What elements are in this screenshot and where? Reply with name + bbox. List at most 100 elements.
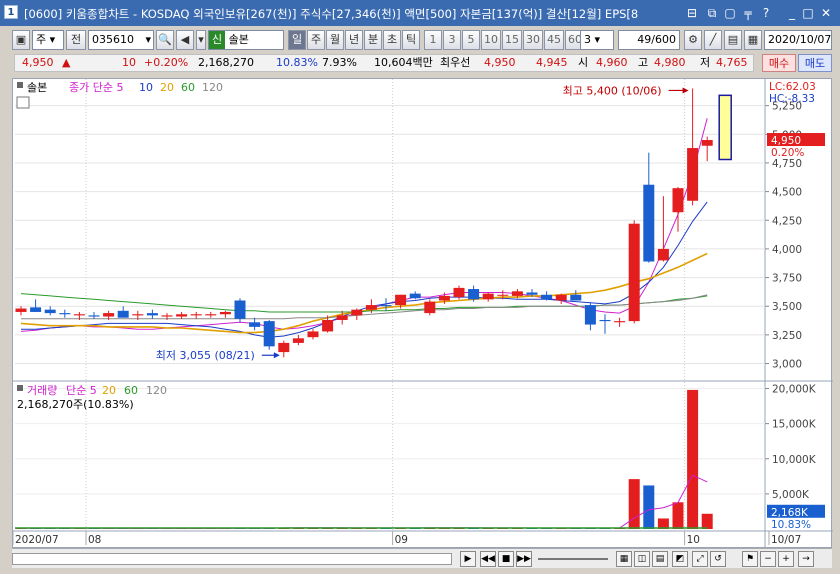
candle-body [73,314,85,316]
split-icon[interactable]: ◫ [634,551,650,567]
candle-body [380,305,392,307]
period-button[interactable]: 분 [364,30,382,50]
dropdown-arrow-icon[interactable]: ▾ [196,30,206,50]
help-icon[interactable]: ⊟ [684,5,700,21]
candle-body [657,248,669,261]
chart-grid-toggle-icon [16,96,30,109]
price-tick-label: 3,500 [772,301,802,313]
save-icon[interactable]: ▤ [724,30,742,50]
period-button[interactable]: 년 [345,30,363,50]
period-button[interactable]: 주 [307,30,325,50]
collapse-icon[interactable]: → [798,551,814,567]
stock-code-input[interactable]: 035610 ▾ [88,30,154,50]
speaker-icon[interactable]: ◀ [176,30,194,50]
candle-body [584,305,596,325]
ma-line-ma5 [20,118,708,332]
restore-icon[interactable]: ⧉ [704,5,720,21]
calendar-icon[interactable]: ▦ [744,30,762,50]
second-pct: 7.93% [322,56,357,69]
pin-icon[interactable]: ╤ [740,5,756,21]
volume-bar [701,513,713,529]
interval-button[interactable]: 5 [462,30,480,50]
legend-ma-item: 10 [139,81,153,94]
period-button[interactable]: 일 [288,30,306,50]
interval-select[interactable]: 3 ▾ [580,30,614,50]
volume-current-tag: 2,168K [771,507,809,519]
high-price: 4,980 [654,56,686,69]
candle-body [322,319,334,332]
help-question-icon[interactable]: ? [758,5,774,21]
price-tick-label: 4,750 [772,158,802,170]
layout-icon[interactable]: ▣ [12,30,30,50]
period-button[interactable]: 틱 [402,30,420,50]
legend-marker-icon [17,82,23,88]
candle-body [687,148,699,201]
high-arrow-head [682,87,689,94]
candle-body [409,293,421,299]
zoom-out-button[interactable]: − [760,551,776,567]
candle-body [365,305,377,310]
period-type-select[interactable]: 주 ▾ [32,30,64,50]
high-label: 고 [638,56,649,69]
play-icon[interactable]: ▶▶ [516,551,532,567]
interval-button[interactable]: 30 [523,30,543,50]
candle-body [190,314,202,316]
flag-icon[interactable]: ⚑ [742,551,758,567]
period-button[interactable]: 초 [383,30,401,50]
horizontal-scrollbar[interactable] [12,553,452,565]
candle-body [395,294,407,306]
grid-icon[interactable]: ▦ [616,551,632,567]
data-count-field[interactable]: 49/600 [618,30,680,50]
trend-icon[interactable]: ╱ [704,30,722,50]
volume-legend-marker-icon [17,385,23,391]
stop-icon[interactable]: ■ [498,551,514,567]
volume-legend-item: 거래량 [27,384,57,397]
buy-button[interactable]: 매수 [762,54,796,72]
period-button[interactable]: 월 [326,30,344,50]
current-price-pct: 0.20% [771,147,804,159]
volume-legend-item: 60 [124,384,138,397]
lock-icon[interactable]: ▢ [722,5,738,21]
candle-body [176,314,188,317]
best-bid: 4,945 [536,56,568,69]
candle-body [307,331,319,338]
candle-body [351,309,363,316]
hc-label: HC:-8.33 [769,93,815,105]
sell-button[interactable]: 매도 [798,54,832,72]
title-bar: 1 [0600] 키움종합차트 - KOSDAQ 외국인보유[267(천)] 주… [0,0,840,26]
interval-button[interactable]: 10 [481,30,501,50]
zoom-reset-icon[interactable]: ↺ [710,551,726,567]
chart-settings-icon[interactable]: ⚙ [684,30,702,50]
zoom-fit-icon[interactable]: ⤢ [692,551,708,567]
rewind-icon[interactable]: ◀◀ [480,551,496,567]
scroll-right-icon[interactable]: ▶ [460,551,476,567]
interval-button[interactable]: 1 [424,30,442,50]
interval-button[interactable]: 15 [502,30,522,50]
price-tick-label: 3,250 [772,330,802,342]
chart-type-icon[interactable]: ◩ [672,551,688,567]
close-icon[interactable]: ✕ [818,5,834,21]
volume-tick-label: 5,000K [772,489,810,501]
minimize-icon[interactable]: _ [784,5,800,21]
trade-amount: 10,604백만 [374,56,433,69]
candle-body [482,293,494,300]
interval-button[interactable]: 45 [544,30,564,50]
candle-body [117,310,129,318]
chart-canvas[interactable]: 3,000 3,250 3,500 3,750 4,000 4,250 4,500 4,750… [12,79,833,549]
tile-icon[interactable]: ▤ [652,551,668,567]
candle-body [15,308,27,312]
zoom-slider[interactable] [538,558,608,560]
zoom-in-button[interactable]: + [778,551,794,567]
interval-button[interactable]: 3 [443,30,461,50]
search-icon[interactable]: 🔍 [156,30,174,50]
stock-name-field[interactable]: 신 솔본 [208,30,284,50]
x-tick-label: 10/07 [771,534,801,546]
date-field[interactable]: 2020/10/07 [764,30,832,50]
maximize-icon[interactable]: □ [800,5,816,21]
prev-button[interactable]: 전 [66,30,86,50]
price-tick-label: 4,500 [772,187,802,199]
legend-ma-item: 120 [202,81,223,94]
candle-body [30,307,42,312]
chart-panel[interactable]: 3,000 3,250 3,500 3,750 4,000 4,250 4,500 4,750… [12,78,833,549]
new-badge: 신 [209,31,226,49]
